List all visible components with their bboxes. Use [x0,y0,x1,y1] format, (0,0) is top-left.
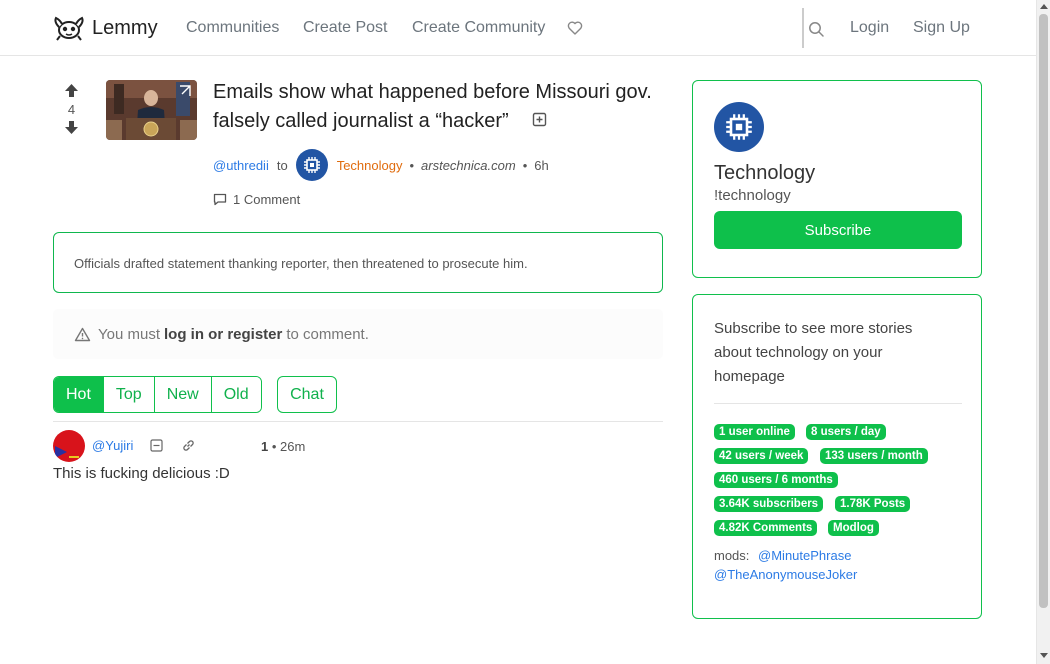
brand[interactable]: Lemmy [53,14,158,42]
moderators: mods: @MinutePhrase @TheAnonymouseJoker [714,546,857,584]
comment-text: This is fucking delicious :D [53,465,230,482]
collapse-minus-square-icon[interactable] [150,439,163,452]
heart-icon[interactable] [567,20,583,36]
navbar: Lemmy Communities Create Post Create Com… [0,0,1036,56]
mods-label: mods: [714,548,750,563]
comments-link[interactable]: 1 Comment [213,192,300,207]
scroll-down-arrow-icon[interactable] [1040,653,1048,658]
nav-separator [802,8,804,48]
login-link[interactable]: Login [850,19,889,37]
scroll-thumb[interactable] [1039,14,1048,608]
badge-users-online: 1 user online [714,424,795,440]
upvote-arrow-icon[interactable] [64,83,79,98]
nav-create-post[interactable]: Create Post [303,19,387,37]
chip-icon [303,157,320,173]
comment-score: 1 [261,439,269,454]
brand-name: Lemmy [92,16,158,39]
badge-posts: 1.78K Posts [835,496,911,512]
badge-users-month: 133 users / month [820,448,928,464]
moderator-link[interactable]: @MinutePhrase [758,548,851,563]
signup-link[interactable]: Sign Up [913,19,970,37]
badge-subscribers: 3.64K subscribers [714,496,824,512]
meta-dot: • [522,157,528,173]
login-alert-prefix: You must [98,325,160,343]
community-description: Subscribe to see more stories about tech… [714,320,913,385]
expand-plus-square-icon[interactable] [532,112,547,127]
login-alert: You must log in or register to comment. [53,309,663,359]
post-title-text[interactable]: Emails show what happened before Missour… [213,81,652,132]
nav-communities[interactable]: Communities [186,19,279,37]
post-summary: Officials drafted statement thanking rep… [74,256,528,271]
post-title[interactable]: Emails show what happened before Missour… [213,78,663,136]
moderator-link[interactable]: @TheAnonymouseJoker [714,567,857,582]
login-register-link[interactable]: log in or register [164,326,282,343]
comment-age: 26m [280,439,306,454]
nav-create-community[interactable]: Create Community [412,19,545,37]
downvote-arrow-icon[interactable] [64,120,79,135]
comment-sort-group: Hot Top New Old [53,376,262,413]
post-thumbnail[interactable] [106,80,197,140]
comments-divider [53,421,663,422]
sort-new-button[interactable]: New [154,377,212,412]
sort-old-button[interactable]: Old [211,377,261,412]
meta-dot: • [409,157,415,173]
comment-score-line: 1 • 26m [261,439,305,454]
community-chip-icon[interactable] [295,149,328,181]
scroll-up-arrow-icon[interactable] [1040,4,1048,9]
post-domain-link[interactable]: arstechnica.com [421,158,516,173]
sort-top-button[interactable]: Top [103,377,155,412]
subscribe-button[interactable]: Subscribe [714,211,962,249]
badge-users-6-months: 460 users / 6 months [714,472,838,488]
post-age: 6h [534,157,549,173]
warning-triangle-icon [74,327,91,341]
comment-bubble-icon [213,193,227,206]
search-icon[interactable] [808,21,825,38]
post-community-link[interactable]: Technology [337,158,403,173]
comment-dot: • [271,439,281,454]
modlog-link[interactable]: Modlog [828,520,879,536]
community-title: Technology [714,162,816,184]
comments-count: 1 Comment [233,192,301,207]
badge-users-day: 8 users / day [806,424,886,440]
comment-author-link[interactable]: @Yujiri [92,438,133,453]
community-info-card: Subscribe to see more stories about tech… [692,294,982,619]
avatar[interactable] [53,430,85,462]
post-body: Officials drafted statement thanking rep… [53,232,663,293]
community-handle: !technology [714,187,791,204]
scrollbar[interactable] [1036,0,1050,664]
chat-view-button[interactable]: Chat [277,376,337,413]
community-icon [714,102,764,152]
badge-comments: 4.82K Comments [714,520,818,536]
post-author-link[interactable]: @uthredii [213,158,269,173]
sort-hot-button[interactable]: Hot [54,377,104,412]
badge-users-week: 42 users / week [714,448,809,464]
post-to-label: to [276,157,288,173]
lemmy-logo-icon [54,16,84,41]
post-meta: @uthredii to Technology • arstechnica.co… [213,149,549,181]
post-score: 4 [67,102,76,117]
chip-icon [726,114,752,140]
link-icon[interactable] [181,438,196,453]
card-divider [714,403,962,404]
community-card: Technology !technology Subscribe [692,80,982,278]
login-alert-suffix: to comment. [286,325,369,343]
thumbnail-image [106,80,197,140]
avatar-image [53,430,85,462]
